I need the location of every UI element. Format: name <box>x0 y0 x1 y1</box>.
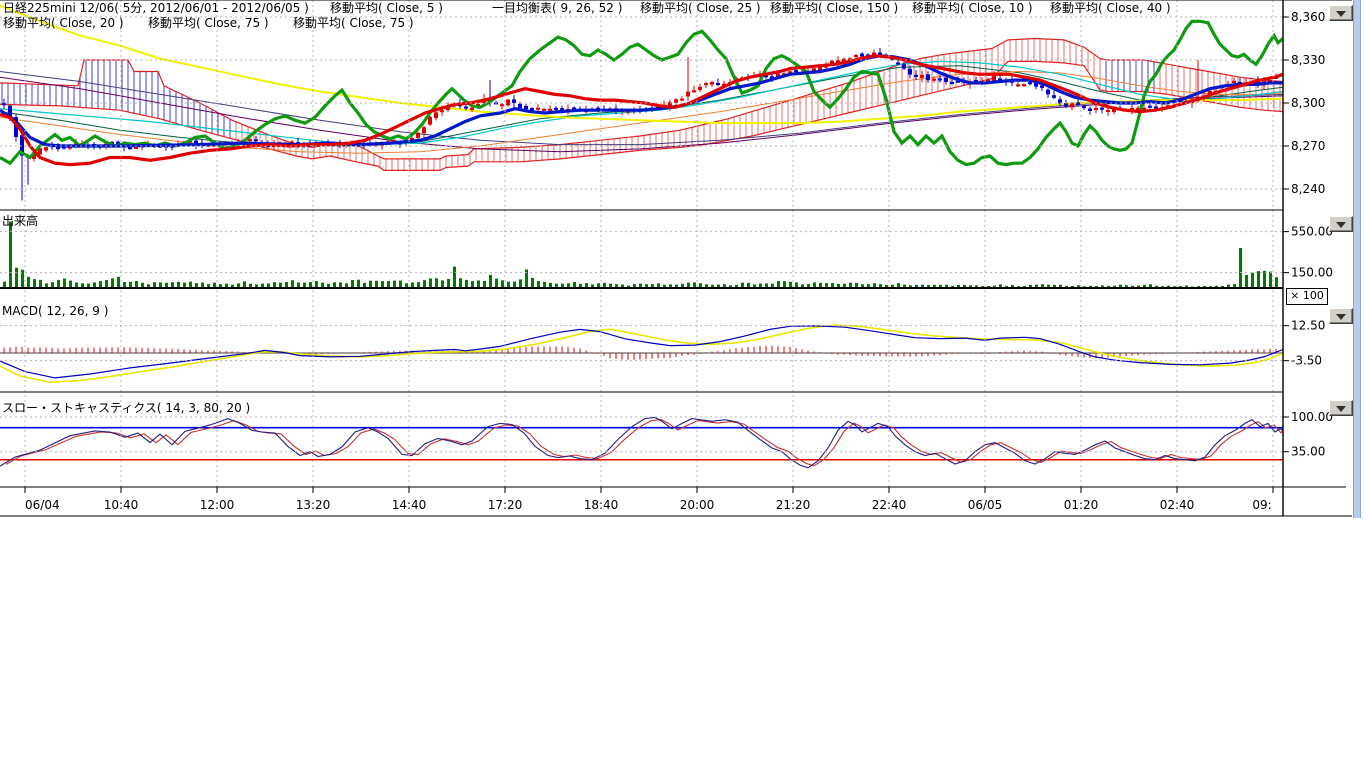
axis-label: 02:40 <box>1160 498 1195 512</box>
chart-plot-area[interactable]: 8,360 8,330 8,300 8,270 8,240 550.00 150.00 12.… <box>0 0 1366 530</box>
chevron-down-icon <box>1336 222 1346 228</box>
axis-label: 09: <box>1252 498 1271 512</box>
volume-panel-label: 出来高 <box>2 212 38 229</box>
stochastics-panel-label: スロー・ストキャスティクス( 14, 3, 80, 20 ) <box>2 399 250 416</box>
indicator-legend-item: 日経225mini 12/06( 5分, 2012/06/01 - 2012/0… <box>3 1 309 15</box>
axis-label: 35.00 <box>1291 445 1325 459</box>
axis-label: 150.00 <box>1291 266 1333 280</box>
volume-multiplier-badge: × 100 <box>1286 288 1328 305</box>
axis-label: 01:20 <box>1064 498 1099 512</box>
axis-label: 06/05 <box>968 498 1003 512</box>
axis-label: 22:40 <box>872 498 907 512</box>
indicator-legend-item: 移動平均( Close, 25 ) <box>640 1 761 15</box>
axis-label: 10:40 <box>104 498 139 512</box>
axis-label: 8,270 <box>1291 139 1325 153</box>
chevron-down-icon <box>1336 314 1346 320</box>
axis-label: 12.50 <box>1291 319 1325 333</box>
axis-label: 21:20 <box>776 498 811 512</box>
chevron-down-icon <box>1336 11 1346 17</box>
indicator-legend-item: 移動平均( Close, 5 ) <box>330 1 443 15</box>
indicator-legend-item: 移動平均( Close, 10 ) <box>912 1 1033 15</box>
price-panel-dropdown-button[interactable] <box>1329 5 1353 21</box>
axis-label: 18:40 <box>584 498 619 512</box>
indicator-legend-item: 移動平均( Close, 75 ) <box>148 16 269 30</box>
indicator-legend-item: 一目均衡表( 9, 26, 52 ) <box>492 1 622 15</box>
chart-application-window: 8,360 8,330 8,300 8,270 8,240 550.00 150.00 12.… <box>0 0 1366 768</box>
axis-label: 13:20 <box>296 498 331 512</box>
chart-canvas: 8,360 8,330 8,300 8,270 8,240 550.00 150.00 12.… <box>0 0 1366 530</box>
vertical-scrollbar[interactable] <box>1353 0 1361 518</box>
volume-panel-dropdown-button[interactable] <box>1329 216 1353 232</box>
axis-label: 06/04 <box>25 498 60 512</box>
axis-label: -3.50 <box>1291 354 1322 368</box>
axis-label: 20:00 <box>680 498 715 512</box>
indicator-legend-item: 移動平均( Close, 75 ) <box>293 16 414 30</box>
chevron-down-icon <box>1336 406 1346 412</box>
axis-label: 8,300 <box>1291 96 1325 110</box>
macd-panel-label: MACD( 12, 26, 9 ) <box>2 304 108 318</box>
macd-panel-dropdown-button[interactable] <box>1329 308 1353 324</box>
axis-label: 14:40 <box>392 498 427 512</box>
axis-label: 12:00 <box>200 498 235 512</box>
axis-label: 100.00 <box>1291 410 1333 424</box>
axis-label: 17:20 <box>488 498 523 512</box>
axis-label: 8,240 <box>1291 182 1325 196</box>
axis-label: 8,360 <box>1291 10 1325 24</box>
axis-label: 550.00 <box>1291 225 1333 239</box>
stochastics-panel-dropdown-button[interactable] <box>1329 400 1353 416</box>
indicator-legend-item: 移動平均( Close, 40 ) <box>1050 1 1171 15</box>
indicator-legend-item: 移動平均( Close, 20 ) <box>3 16 124 30</box>
indicator-legend-item: 移動平均( Close, 150 ) <box>770 1 898 15</box>
axis-label: 8,330 <box>1291 53 1325 67</box>
